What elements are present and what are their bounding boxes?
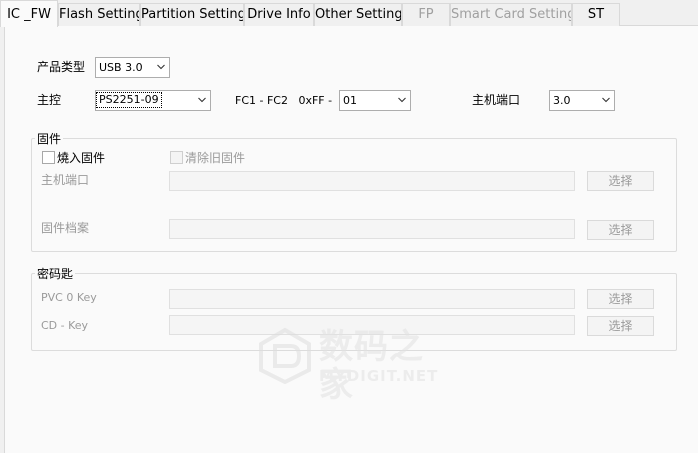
tab-partition-setting[interactable]: Partition Setting: [140, 3, 244, 26]
cd-key-label: CD - Key: [41, 319, 89, 332]
pvc-key-select-button[interactable]: 选择: [587, 289, 654, 309]
product-type-select[interactable]: USB 3.0: [95, 57, 170, 78]
fw-host-port-label: 主机端口: [41, 173, 90, 187]
controller-value: PS2251-09: [96, 92, 162, 108]
pvc-key-label: PVC 0 Key: [41, 291, 97, 304]
watermark: 数码之家 MYDIGIT.NET: [257, 326, 457, 404]
tab-fp[interactable]: FP: [402, 3, 450, 26]
cd-key-select-button[interactable]: 选择: [587, 316, 654, 336]
tab-smart-card-setting[interactable]: Smart Card Setting: [450, 3, 572, 26]
fw-file-field[interactable]: [169, 219, 575, 239]
fw-host-port-select-button[interactable]: 选择: [587, 171, 654, 191]
burn-firmware-checkbox[interactable]: [42, 151, 55, 164]
host-port-label: 主机端口: [472, 93, 521, 107]
product-type-value: USB 3.0: [99, 61, 143, 74]
ic-fw-panel: 产品类型 USB 3.0 主控 PS2251-09 FC1 - FC2 0xFF…: [4, 26, 698, 453]
key-group-title: 密码匙: [35, 267, 76, 281]
pvc-key-field[interactable]: [169, 289, 575, 309]
tab-st[interactable]: ST: [572, 3, 620, 26]
watermark-subtitle: MYDIGIT.NET: [319, 367, 439, 385]
controller-select[interactable]: PS2251-09: [95, 90, 211, 111]
chevron-down-icon: [398, 97, 406, 103]
clear-old-firmware-checkbox[interactable]: [170, 151, 183, 164]
tab-other-setting[interactable]: Other Setting: [314, 3, 402, 26]
fc-value: 01: [343, 94, 357, 107]
tab-drive-info[interactable]: Drive Info: [244, 3, 314, 26]
firmware-group-title: 固件: [35, 132, 64, 146]
tab-flash-setting[interactable]: Flash Setting: [58, 3, 140, 26]
chevron-down-icon: [198, 97, 206, 103]
fw-file-select-button[interactable]: 选择: [587, 220, 654, 240]
clear-old-firmware-label: 清除旧固件: [185, 151, 246, 165]
burn-firmware-label: 燒入固件: [57, 151, 106, 165]
chevron-down-icon: [602, 97, 610, 103]
fw-host-port-field[interactable]: [169, 171, 575, 191]
product-type-label: 产品类型: [37, 60, 86, 74]
house-logo-icon: [259, 327, 311, 384]
host-port-value: 3.0: [553, 94, 571, 107]
fc-select[interactable]: 01: [339, 90, 411, 111]
host-port-select[interactable]: 3.0: [549, 90, 615, 111]
fc-label: FC1 - FC2 0xFF -: [235, 94, 333, 107]
watermark-title: 数码之家: [319, 327, 424, 405]
chevron-down-icon: [157, 64, 165, 70]
fw-file-label: 固件档案: [41, 221, 90, 235]
tab-bar: IC _FW Flash Setting Partition Setting D…: [0, 0, 698, 27]
controller-label: 主控: [37, 93, 62, 107]
tab-ic-fw[interactable]: IC _FW: [0, 0, 58, 27]
